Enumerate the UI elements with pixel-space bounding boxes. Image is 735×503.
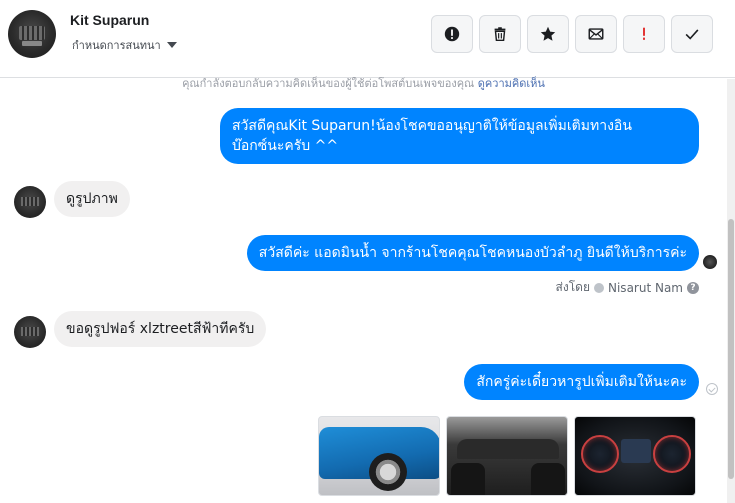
manage-conversation-dropdown[interactable]: กำหนดการสนทนา (72, 36, 177, 54)
mail-icon (588, 28, 604, 40)
message-bubble-incoming[interactable]: ดูรูปภาพ (54, 181, 130, 217)
sent-status-icon (706, 383, 718, 395)
scrollbar-thumb[interactable] (728, 219, 734, 479)
star-button[interactable] (527, 15, 569, 53)
message-bubble-incoming[interactable]: ขอดูรูปฟอร์ xlztreetสีฟ้าทีครับ (54, 311, 267, 347)
spam-button[interactable] (623, 15, 665, 53)
report-icon (444, 26, 460, 42)
contact-avatar-small[interactable] (14, 316, 46, 348)
seat-shape (531, 463, 565, 495)
exclamation-icon (643, 27, 645, 40)
mark-done-button[interactable] (671, 15, 713, 53)
gauge-shape (653, 435, 691, 473)
car-wheel (369, 453, 407, 491)
photo-attachment-car-exterior[interactable] (318, 416, 440, 496)
cluster-display (621, 439, 651, 463)
help-icon[interactable]: ? (687, 281, 699, 294)
seat-shape (451, 463, 485, 495)
chevron-down-icon (166, 42, 177, 48)
contact-avatar[interactable] (8, 10, 56, 58)
delete-button[interactable] (479, 15, 521, 53)
conversation-header: Kit Suparun กำหนดการสนทนา (0, 0, 735, 78)
verified-icon (594, 282, 604, 293)
seen-avatar (703, 255, 717, 269)
message-bubble-outgoing[interactable]: สวัสดีคุณKit Suparun!น้องโชคขออนุญาติให้… (220, 108, 699, 164)
photo-attachment-car-interior[interactable] (446, 416, 568, 496)
gauge-shape (581, 435, 619, 473)
trash-icon (494, 27, 506, 42)
header-actions (431, 15, 713, 53)
contact-name[interactable]: Kit Suparun (70, 12, 149, 28)
dashboard-shape (457, 439, 559, 459)
notice-text: คุณกำลังตอบกลับความคิดเห็นของผู้ใช้ต่อโพ… (182, 77, 475, 90)
sent-by-info: ส่งโดย Nisarut Nam ? (556, 278, 699, 297)
messenger-thread: Kit Suparun กำหนดการสนทนา คุณกำลังตอบกลั… (0, 0, 735, 503)
manage-conversation-label: กำหนดการสนทนา (72, 39, 161, 52)
sent-by-name[interactable]: Nisarut Nam (608, 281, 683, 295)
scrollbar[interactable] (727, 79, 735, 503)
contact-avatar-small[interactable] (14, 186, 46, 218)
comment-reply-notice: คุณกำลังตอบกลับความคิดเห็นของผู้ใช้ต่อโพ… (0, 74, 727, 92)
message-line: สวัสดีคุณKit Suparun!น้องโชคขออนุญาติให้… (232, 118, 632, 134)
star-icon (540, 26, 556, 41)
message-bubble-outgoing[interactable]: สักครู่ค่ะเดี๋ยวหารูปเพิ่มเติมให้นะคะ (464, 364, 699, 400)
sent-by-label: ส่งโดย (555, 280, 590, 294)
mark-unread-button[interactable] (575, 15, 617, 53)
photo-attachment-gauge-cluster[interactable] (574, 416, 696, 496)
message-line: บ๊อกซ์นะครับ ^^ (232, 138, 339, 154)
check-icon (685, 29, 699, 40)
message-bubble-outgoing[interactable]: สวัสดีค่ะ แอดมินน้ำ จากร้านโชคคุณโชคหนอง… (246, 235, 699, 271)
report-button[interactable] (431, 15, 473, 53)
view-comment-link[interactable]: ดูความคิดเห็น (478, 77, 545, 90)
